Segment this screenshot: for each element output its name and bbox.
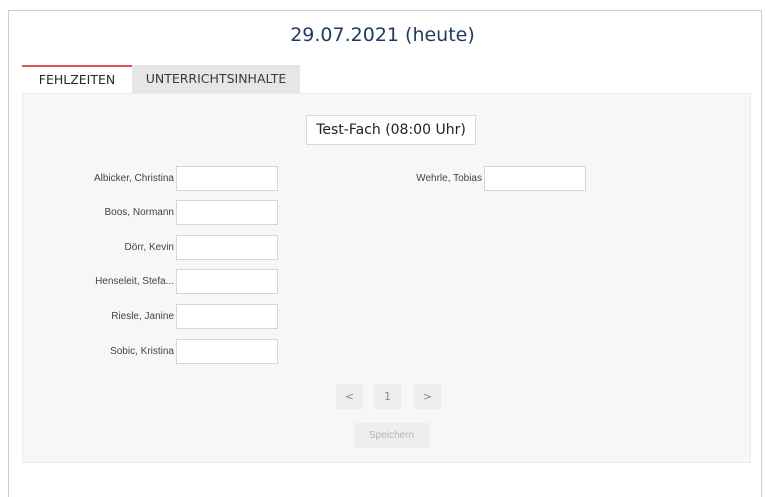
prev-page-button[interactable]: < (336, 384, 363, 409)
absence-input[interactable] (176, 304, 278, 329)
student-row: Boos, Normann (40, 200, 278, 225)
absence-input[interactable] (176, 339, 278, 364)
student-row: Wehrle, Tobias (330, 166, 586, 191)
subject-header: Test-Fach (08:00 Uhr) (306, 115, 476, 145)
tab-bar: FEHLZEITEN UNTERRICHTSINHALTE (22, 65, 300, 93)
student-name: Boos, Normann (104, 207, 174, 218)
student-name: Albicker, Christina (93, 173, 174, 184)
page-title: 29.07.2021 (heute) (290, 24, 475, 46)
next-page-button[interactable]: > (414, 384, 441, 409)
student-name: Dörr, Kevin (124, 242, 174, 253)
absence-input[interactable] (176, 269, 278, 294)
student-row: Sobic, Kristina (40, 339, 278, 364)
save-button[interactable]: Speichern (354, 423, 429, 448)
absence-input[interactable] (484, 166, 586, 191)
page-number-button[interactable]: 1 (374, 384, 401, 409)
student-name: Henseleit, Stefa... (95, 276, 174, 287)
student-row: Dörr, Kevin (40, 235, 278, 260)
student-name: Wehrle, Tobias (416, 173, 482, 184)
student-name: Sobic, Kristina (110, 346, 174, 357)
tab-unterrichtsinhalte[interactable]: UNTERRICHTSINHALTE (132, 65, 300, 93)
student-name: Riesle, Janine (111, 311, 174, 322)
student-row: Riesle, Janine (40, 304, 278, 329)
absence-input[interactable] (176, 235, 278, 260)
absence-input[interactable] (176, 200, 278, 225)
student-row: Henseleit, Stefa... (40, 269, 278, 294)
tab-fehlzeiten[interactable]: FEHLZEITEN (22, 65, 132, 93)
student-row: Albicker, Christina (40, 166, 278, 191)
absence-input[interactable] (176, 166, 278, 191)
